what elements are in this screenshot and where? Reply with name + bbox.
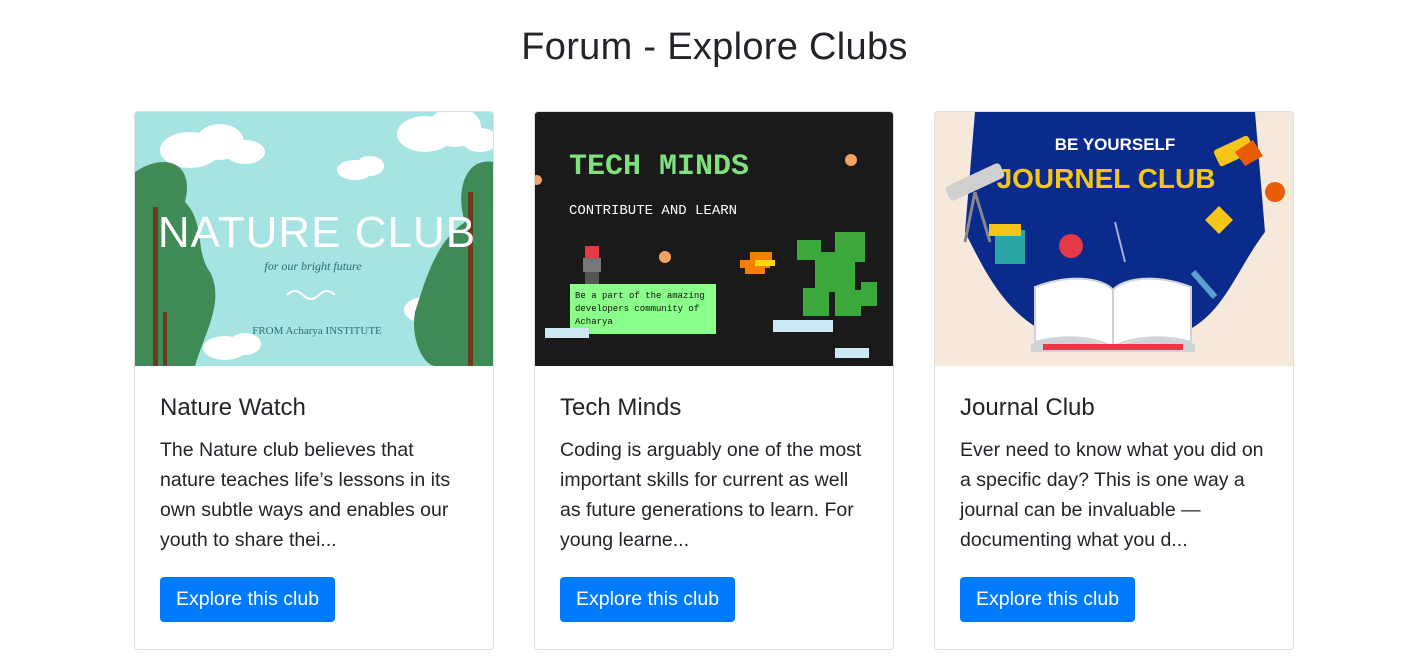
tech-image-box-text: Be a part of the amazing developers comm… (575, 291, 705, 327)
explore-journal-club-button[interactable]: Explore this club (960, 576, 1136, 623)
nature-image-footer: FROM Acharya INSTITUTE (252, 325, 382, 337)
journal-image-subheading: BE YOURSELF (1055, 135, 1176, 154)
tech-image-subheading: CONTRIBUTE AND LEARN (569, 203, 737, 219)
club-description: Ever need to know what you did on a spec… (960, 438, 1264, 551)
explore-nature-club-button[interactable]: Explore this club (160, 576, 336, 623)
club-description: The Nature club believes that nature tea… (160, 438, 451, 551)
club-title: Tech Minds (560, 394, 682, 421)
club-card-journal: BE YOURSELF JOURNEL CLUB Journal Club Ev… (934, 111, 1294, 650)
nature-image-heading: NATURE CLUB (158, 208, 476, 257)
tech-image-heading: TECH MINDS (569, 150, 749, 184)
nature-image-subheading: for our bright future (264, 259, 362, 273)
club-description: Coding is arguably one of the most impor… (560, 438, 862, 551)
club-card-nature: NATURE CLUB for our bright future FROM A… (134, 111, 494, 650)
tech-minds-image: TECH MINDS CONTRIBUTE AND LEARN Be a par… (535, 112, 893, 366)
journal-image-heading: JOURNEL CLUB (997, 163, 1216, 194)
page-title: Forum - Explore Clubs (521, 26, 908, 68)
explore-tech-club-button[interactable]: Explore this club (560, 576, 736, 623)
club-title: Nature Watch (160, 394, 306, 421)
club-title: Journal Club (960, 394, 1095, 421)
journal-club-image: BE YOURSELF JOURNEL CLUB (935, 112, 1293, 366)
nature-club-image: NATURE CLUB for our bright future FROM A… (135, 112, 493, 366)
club-card-tech: TECH MINDS CONTRIBUTE AND LEARN Be a par… (534, 111, 894, 650)
